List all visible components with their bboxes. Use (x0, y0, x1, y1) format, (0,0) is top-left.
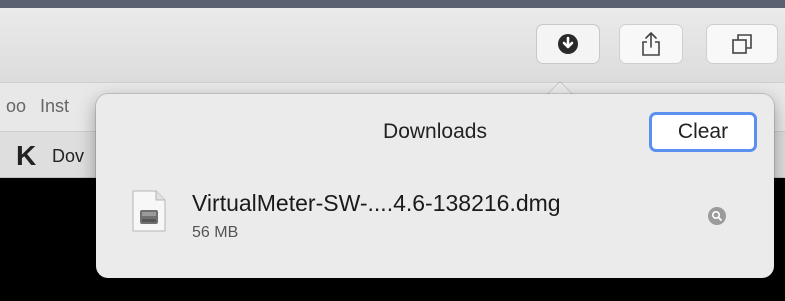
share-button[interactable] (619, 24, 683, 64)
download-filename: VirtualMeter-SW-....4.6-138216.dmg (192, 190, 561, 216)
download-item[interactable]: VirtualMeter-SW-....4.6-138216.dmg 56 MB (96, 174, 774, 254)
downloads-popover: Downloads Clear VirtualMeter-SW-....4.6-… (96, 94, 774, 278)
tabs-overview-icon (732, 34, 752, 54)
downloads-button[interactable] (536, 24, 600, 64)
downloads-icon (558, 34, 578, 54)
browser-toolbar (0, 0, 785, 82)
window-edge (0, 0, 785, 8)
share-icon (642, 32, 660, 56)
clear-button[interactable]: Clear (649, 112, 757, 152)
favorite-item[interactable]: oo (6, 96, 26, 117)
site-favicon-icon: K (16, 140, 37, 171)
reveal-in-finder-button[interactable] (708, 207, 726, 225)
download-size: 56 MB (192, 224, 239, 241)
magnifier-icon (712, 211, 722, 221)
favorite-item[interactable]: Inst (40, 96, 69, 117)
tab-label[interactable]: Dov (52, 146, 84, 167)
disk-image-icon (132, 190, 166, 232)
tab-overview-button[interactable] (706, 24, 778, 64)
